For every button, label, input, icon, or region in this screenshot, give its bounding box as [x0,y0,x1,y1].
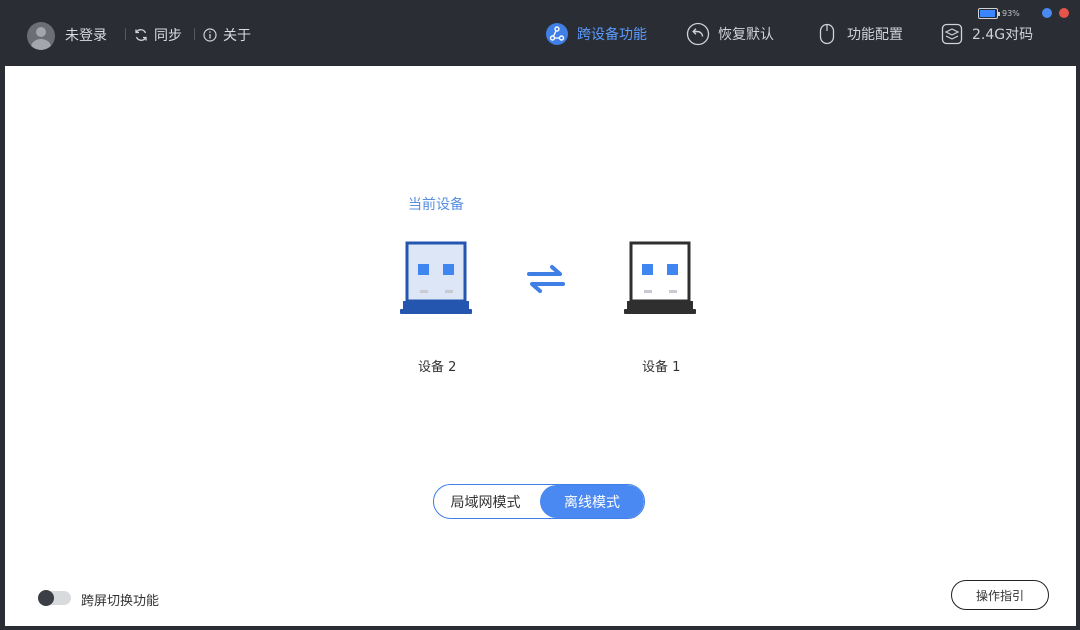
divider [194,28,195,40]
mode-offline-option[interactable]: 离线模式 [540,485,644,518]
mode-lan-option[interactable]: 局域网模式 [434,485,537,518]
mode-switch: 局域网模式 离线模式 [433,484,645,519]
usb-receiver-icon[interactable] [622,240,698,320]
usb-receiver-icon-current[interactable] [398,240,474,320]
battery-icon [978,8,1000,19]
info-icon [203,28,217,42]
current-device-label: 当前设备 [408,197,464,213]
nav-pairing-label: 2.4G对码 [972,27,1034,43]
battery-fill [980,10,995,17]
about-label: 关于 [223,28,251,44]
layers-icon [941,23,963,45]
nav-pairing[interactable]: 2.4G对码 [940,22,1033,46]
window-close-button[interactable] [1059,8,1069,18]
avatar[interactable] [27,22,55,50]
device-2-label: 设备 2 [418,360,457,375]
nav-function-config[interactable]: 功能配置 [815,22,903,46]
about-button[interactable]: 关于 [203,25,251,45]
sync-label: 同步 [154,28,182,44]
nav-restore-default-label: 恢复默认 [718,27,774,43]
toggle-knob [38,590,54,606]
share-network-icon [546,23,568,45]
sync-icon [135,29,147,41]
top-bar: 未登录 同步 关于 跨设备功能 恢复默认 功能配置 2.4G对码 93% [0,0,1080,66]
nav-function-config-label: 功能配置 [847,27,903,43]
operation-guide-button[interactable]: 操作指引 [951,580,1049,610]
avatar-head [36,27,46,37]
nav-cross-device[interactable]: 跨设备功能 [545,22,647,46]
battery-percent: 93% [1002,9,1020,18]
divider [125,28,126,40]
cross-screen-toggle[interactable] [38,590,71,606]
avatar-shoulders [31,39,51,50]
window-minimize-button[interactable] [1042,8,1052,18]
mouse-icon [819,23,835,45]
battery-indicator: 93% [978,8,1020,19]
cross-screen-label: 跨屏切换功能 [81,594,160,609]
main-panel: 当前设备 设备 2 设备 1 局域网模式 离线模式 跨屏切换功能 操作指引 [5,66,1076,626]
restore-icon [686,22,710,46]
login-status[interactable]: 未登录 [65,25,107,45]
sync-button[interactable]: 同步 [134,25,182,45]
nav-restore-default[interactable]: 恢复默认 [686,22,774,46]
swap-arrows-icon [527,265,565,293]
battery-tip [998,12,1000,16]
nav-cross-device-label: 跨设备功能 [577,27,647,43]
device-1-label: 设备 1 [642,360,681,375]
